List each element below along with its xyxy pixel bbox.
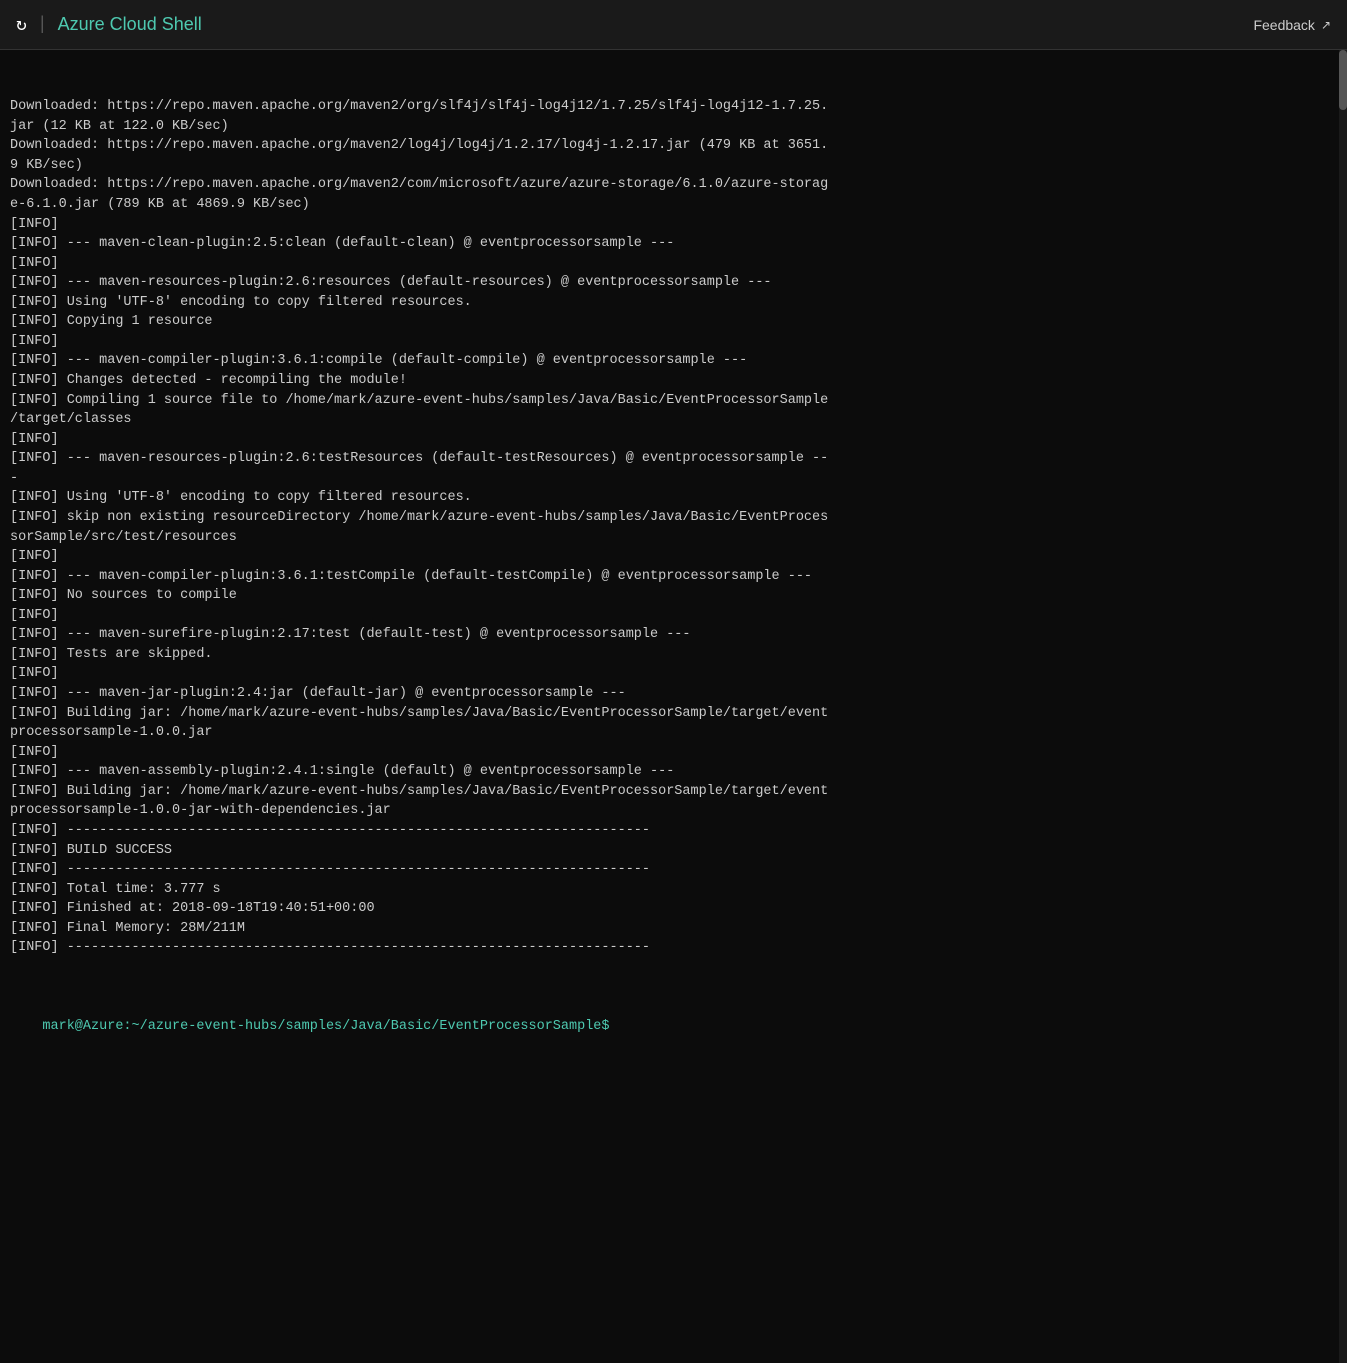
terminal-line: [INFO] xyxy=(10,547,1337,567)
terminal-line: [INFO] xyxy=(10,215,1337,235)
feedback-label: Feedback xyxy=(1253,17,1314,33)
terminal-line: Downloaded: https://repo.maven.apache.or… xyxy=(10,175,1337,195)
terminal-line: [INFO] --- maven-compiler-plugin:3.6.1:t… xyxy=(10,567,1337,587)
terminal-line: [INFO] --- maven-resources-plugin:2.6:te… xyxy=(10,449,1337,469)
refresh-icon[interactable]: ↻ xyxy=(16,14,27,36)
terminal-line: Downloaded: https://repo.maven.apache.or… xyxy=(10,97,1337,117)
terminal-line: [INFO] --- maven-compiler-plugin:3.6.1:c… xyxy=(10,351,1337,371)
terminal-line: [INFO] Final Memory: 28M/211M xyxy=(10,919,1337,939)
divider: | xyxy=(37,15,48,35)
terminal-line: [INFO] Total time: 3.777 s xyxy=(10,880,1337,900)
terminal-prompt-line: mark@Azure:~/azure-event-hubs/samples/Ja… xyxy=(10,997,1337,1056)
terminal-line: [INFO] Finished at: 2018-09-18T19:40:51+… xyxy=(10,899,1337,919)
terminal-line: jar (12 KB at 122.0 KB/sec) xyxy=(10,117,1337,137)
external-link-icon: ↗ xyxy=(1321,18,1331,32)
prompt-path: mark@Azure:~/azure-event-hubs/samples/Ja… xyxy=(42,1019,609,1034)
terminal-line: [INFO] --- maven-jar-plugin:2.4:jar (def… xyxy=(10,684,1337,704)
terminal-line: [INFO] Using 'UTF-8' encoding to copy fi… xyxy=(10,488,1337,508)
terminal-line: [INFO] --- maven-resources-plugin:2.6:re… xyxy=(10,273,1337,293)
terminal-output: Downloaded: https://repo.maven.apache.or… xyxy=(10,97,1337,958)
terminal-line: [INFO] skip non existing resourceDirecto… xyxy=(10,508,1337,528)
terminal-line: 9 KB/sec) xyxy=(10,156,1337,176)
terminal-line: [INFO] --- maven-clean-plugin:2.5:clean … xyxy=(10,234,1337,254)
terminal-line: [INFO] Tests are skipped. xyxy=(10,645,1337,665)
feedback-button[interactable]: Feedback ↗ xyxy=(1253,17,1331,33)
scrollbar-track[interactable] xyxy=(1339,50,1347,1363)
terminal-line: [INFO] ---------------------------------… xyxy=(10,821,1337,841)
terminal-line: [INFO] xyxy=(10,664,1337,684)
terminal-window[interactable]: Downloaded: https://repo.maven.apache.or… xyxy=(0,50,1347,1363)
terminal-line: [INFO] ---------------------------------… xyxy=(10,938,1337,958)
terminal-line: [INFO] xyxy=(10,332,1337,352)
terminal-line: Downloaded: https://repo.maven.apache.or… xyxy=(10,136,1337,156)
title-bar-left: ↻ | Azure Cloud Shell xyxy=(16,14,202,36)
terminal-line: [INFO] Building jar: /home/mark/azure-ev… xyxy=(10,782,1337,802)
terminal-line: [INFO] Compiling 1 source file to /home/… xyxy=(10,391,1337,411)
terminal-line: e-6.1.0.jar (789 KB at 4869.9 KB/sec) xyxy=(10,195,1337,215)
app-title: Azure Cloud Shell xyxy=(58,14,202,35)
terminal-line: /target/classes xyxy=(10,410,1337,430)
title-bar: ↻ | Azure Cloud Shell Feedback ↗ xyxy=(0,0,1347,50)
terminal-line: - xyxy=(10,469,1337,489)
terminal-line: [INFO] Building jar: /home/mark/azure-ev… xyxy=(10,704,1337,724)
terminal-line: [INFO] --- maven-assembly-plugin:2.4.1:s… xyxy=(10,762,1337,782)
prompt-dollar xyxy=(610,1019,618,1034)
terminal-line: processorsample-1.0.0-jar-with-dependenc… xyxy=(10,801,1337,821)
terminal-line: [INFO] No sources to compile xyxy=(10,586,1337,606)
terminal-line: [INFO] Using 'UTF-8' encoding to copy fi… xyxy=(10,293,1337,313)
terminal-line: processorsample-1.0.0.jar xyxy=(10,723,1337,743)
terminal-line: [INFO] BUILD SUCCESS xyxy=(10,841,1337,861)
terminal-line: [INFO] xyxy=(10,743,1337,763)
terminal-line: [INFO] xyxy=(10,254,1337,274)
scrollbar-thumb[interactable] xyxy=(1339,50,1347,110)
terminal-line: [INFO] ---------------------------------… xyxy=(10,860,1337,880)
terminal-line: [INFO] Copying 1 resource xyxy=(10,312,1337,332)
terminal-line: [INFO] Changes detected - recompiling th… xyxy=(10,371,1337,391)
terminal-line: [INFO] xyxy=(10,430,1337,450)
terminal-line: [INFO] xyxy=(10,606,1337,626)
terminal-line: sorSample/src/test/resources xyxy=(10,528,1337,548)
terminal-line: [INFO] --- maven-surefire-plugin:2.17:te… xyxy=(10,625,1337,645)
